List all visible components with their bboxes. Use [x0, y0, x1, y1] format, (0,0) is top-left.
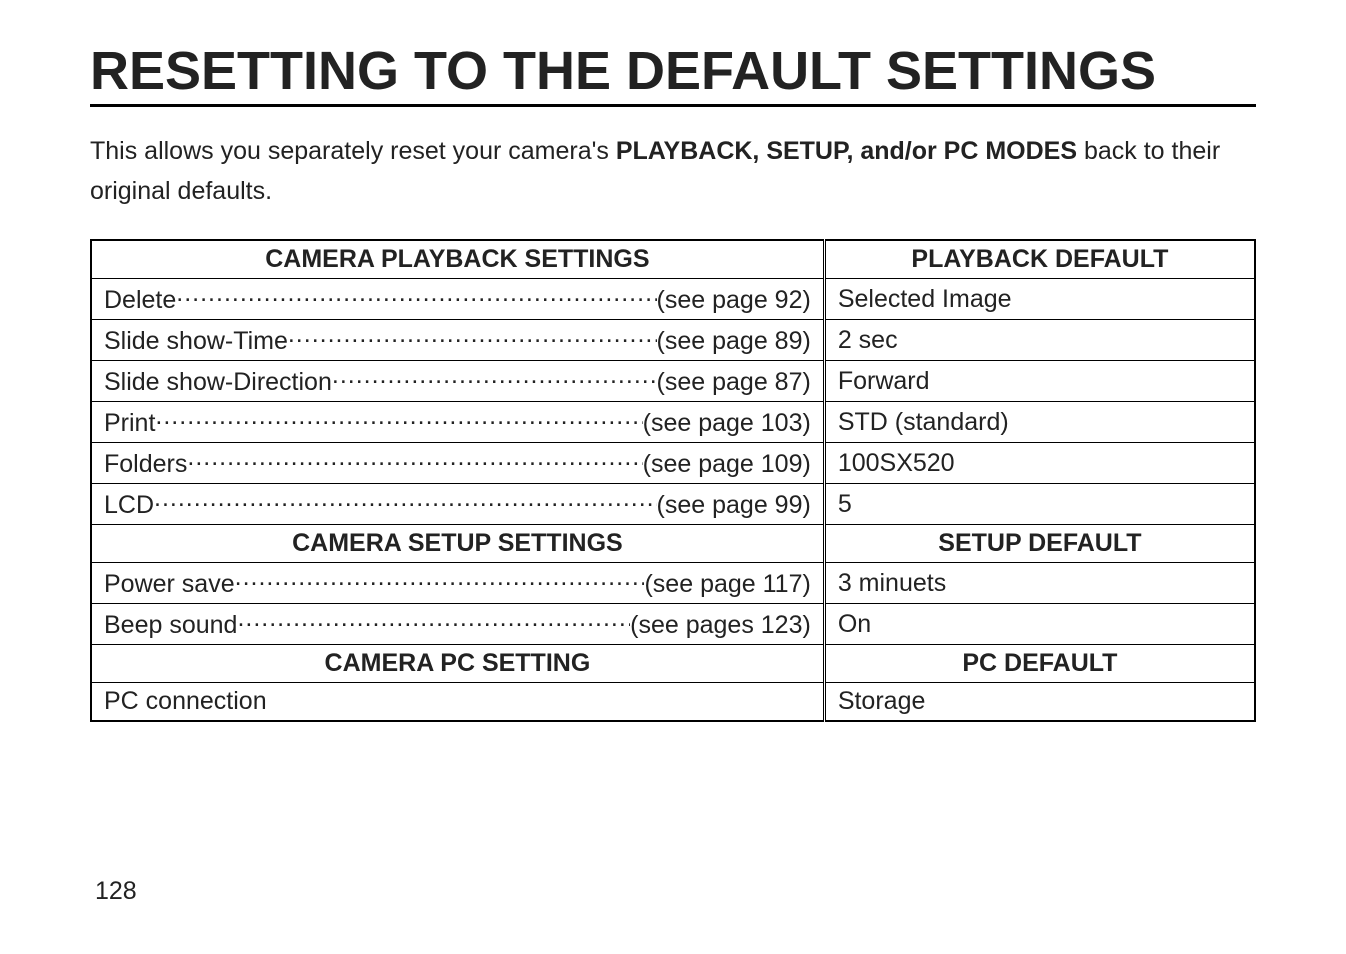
intro-text-pre: This allows you separately reset your ca…	[90, 137, 616, 165]
table-row: Print (see page 103)STD (standard)	[91, 402, 1255, 443]
table-section-header-right: PC DEFAULT	[824, 645, 1255, 683]
leader-dots	[154, 488, 657, 513]
table-row: Beep sound (see pages 123)On	[91, 604, 1255, 645]
default-value-cell: STD (standard)	[824, 402, 1255, 443]
setting-name-cell: Slide show-Direction (see page 87)	[91, 361, 824, 402]
table-section-header-right: PLAYBACK DEFAULT	[824, 240, 1255, 279]
table-section-header-left: CAMERA PC SETTING	[91, 645, 824, 683]
page-reference: (see page 87)	[657, 368, 811, 397]
setting-label: Slide show-Time	[104, 327, 288, 356]
table-section-header-right: SETUP DEFAULT	[824, 525, 1255, 563]
default-value-cell: Selected Image	[824, 279, 1255, 320]
table-row: Folders (see page 109)100SX520	[91, 443, 1255, 484]
setting-name-cell: Power save (see page 117)	[91, 563, 824, 604]
setting-label: Power save	[104, 570, 235, 599]
setting-label: Delete	[104, 286, 176, 315]
default-value-cell: 3 minuets	[824, 563, 1255, 604]
table-section-header-left: CAMERA SETUP SETTINGS	[91, 525, 824, 563]
setting-label: LCD	[104, 491, 154, 520]
leader-dots	[288, 324, 657, 349]
settings-table: CAMERA PLAYBACK SETTINGSPLAYBACK DEFAULT…	[90, 239, 1256, 722]
setting-name-cell: Folders (see page 109)	[91, 443, 824, 484]
setting-name-cell: Beep sound (see pages 123)	[91, 604, 824, 645]
page-title: RESETTING TO THE DEFAULT SETTINGS	[90, 40, 1256, 107]
setting-name-cell: LCD (see page 99)	[91, 484, 824, 525]
page-reference: (see page 109)	[643, 450, 811, 479]
leader-dots	[237, 608, 630, 633]
setting-label: Beep sound	[104, 611, 237, 640]
setting-name-cell: Delete (see page 92)	[91, 279, 824, 320]
default-value-cell: On	[824, 604, 1255, 645]
setting-name-cell: Slide show-Time (see page 89)	[91, 320, 824, 361]
page-reference: (see pages 123)	[630, 611, 811, 640]
page-reference: (see page 89)	[657, 327, 811, 356]
page-reference: (see page 92)	[657, 286, 811, 315]
table-row: Slide show-Time (see page 89)2 sec	[91, 320, 1255, 361]
setting-label: Print	[104, 409, 155, 438]
default-value-cell: 100SX520	[824, 443, 1255, 484]
table-row: Slide show-Direction (see page 87)Forwar…	[91, 361, 1255, 402]
default-value-cell: Storage	[824, 683, 1255, 722]
leader-dots	[176, 283, 656, 308]
setting-name-cell: PC connection	[91, 683, 824, 722]
intro-paragraph: This allows you separately reset your ca…	[90, 131, 1256, 211]
table-row: LCD (see page 99)5	[91, 484, 1255, 525]
table-row: Delete (see page 92)Selected Image	[91, 279, 1255, 320]
setting-label: Folders	[104, 450, 187, 479]
table-section-header-left: CAMERA PLAYBACK SETTINGS	[91, 240, 824, 279]
leader-dots	[332, 365, 657, 390]
default-value-cell: 2 sec	[824, 320, 1255, 361]
page-reference: (see page 117)	[644, 570, 810, 599]
leader-dots	[235, 567, 645, 592]
intro-text-bold: PLAYBACK, SETUP, and/or PC MODES	[616, 137, 1077, 165]
page-reference: (see page 103)	[643, 409, 811, 438]
table-row: PC connectionStorage	[91, 683, 1255, 722]
page-number: 128	[95, 877, 137, 906]
default-value-cell: Forward	[824, 361, 1255, 402]
default-value-cell: 5	[824, 484, 1255, 525]
leader-dots	[187, 447, 642, 472]
setting-name-cell: Print (see page 103)	[91, 402, 824, 443]
leader-dots	[155, 406, 642, 431]
table-row: Power save (see page 117)3 minuets	[91, 563, 1255, 604]
setting-label: Slide show-Direction	[104, 368, 332, 397]
page-reference: (see page 99)	[657, 491, 811, 520]
